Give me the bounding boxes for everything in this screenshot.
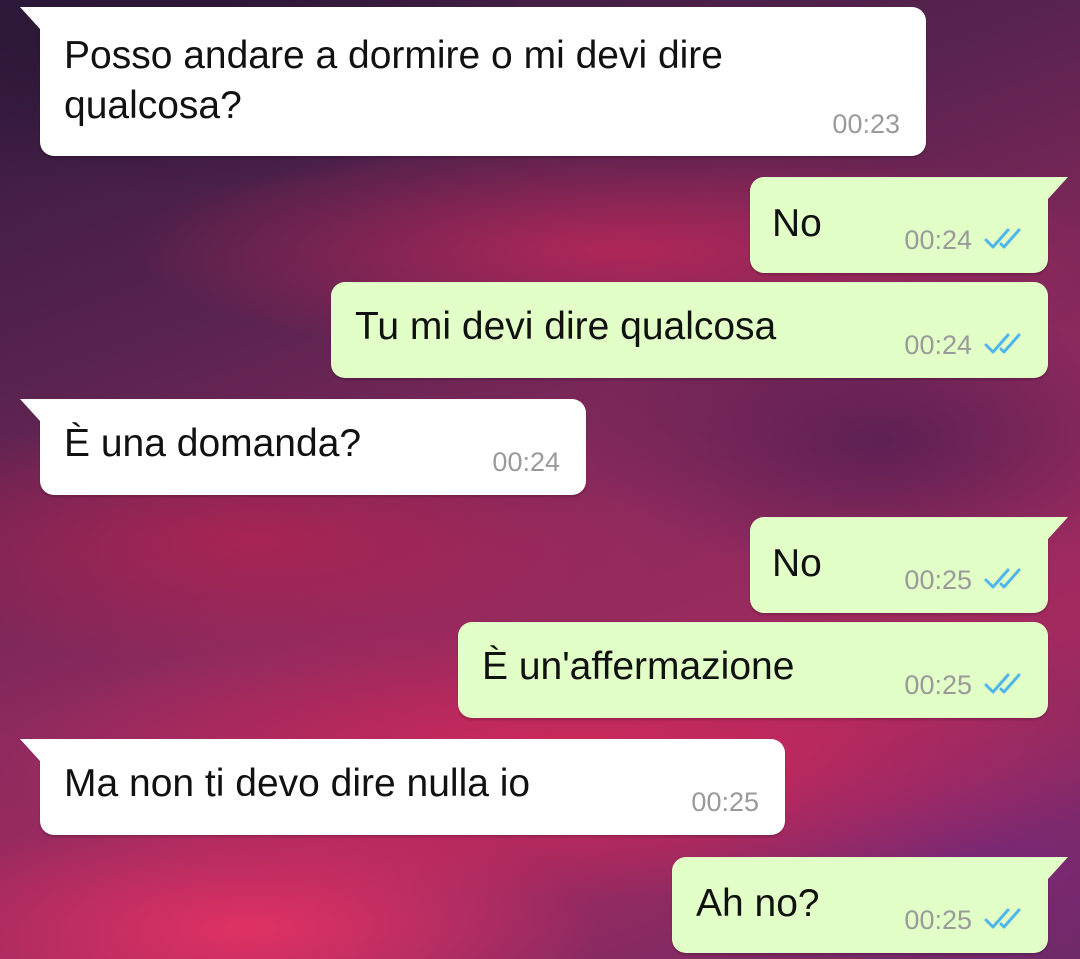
message-timestamp: 00:25	[904, 670, 972, 700]
message-text: È un'affermazione	[482, 645, 795, 688]
message-text: Ma non ti devo dire nulla io	[64, 762, 531, 805]
message-timestamp: 00:25	[904, 905, 972, 935]
message-text: Ah no?	[696, 882, 820, 925]
double-check-read-icon	[984, 228, 1021, 249]
outgoing-message-bubble[interactable]: No 00:24	[750, 177, 1068, 273]
message-timestamp: 00:24	[492, 447, 560, 477]
outgoing-message-bubble[interactable]: Tu mi devi dire qualcosa 00:24	[331, 282, 1048, 378]
incoming-message-bubble[interactable]: Ma non ti devo dire nulla io 00:25	[20, 739, 785, 835]
double-check-read-icon	[984, 908, 1021, 929]
message-timestamp: 00:25	[904, 565, 972, 595]
message-text: Tu mi devi dire qualcosa	[355, 305, 777, 348]
double-check-read-icon	[984, 333, 1021, 354]
chat-conversation[interactable]: Posso andare a dormire o mi devi dire qu…	[0, 0, 1080, 959]
double-check-read-icon	[984, 673, 1021, 694]
message-timestamp: 00:23	[832, 109, 900, 139]
double-check-read-icon	[984, 568, 1021, 589]
message-text: No	[772, 542, 822, 585]
message-timestamp: 00:25	[691, 787, 759, 817]
incoming-message-bubble[interactable]: Posso andare a dormire o mi devi dire qu…	[20, 7, 926, 156]
outgoing-message-bubble[interactable]: Ah no? 00:25	[672, 857, 1068, 953]
message-text: No	[772, 202, 822, 245]
outgoing-message-bubble[interactable]: No 00:25	[750, 517, 1068, 613]
message-text: Posso andare a dormire o mi devi dire qu…	[64, 34, 723, 127]
message-timestamp: 00:24	[904, 330, 972, 360]
message-text: È una domanda?	[64, 422, 362, 465]
incoming-message-bubble[interactable]: È una domanda? 00:24	[20, 399, 586, 495]
outgoing-message-bubble[interactable]: È un'affermazione 00:25	[458, 622, 1048, 718]
message-timestamp: 00:24	[904, 225, 972, 255]
